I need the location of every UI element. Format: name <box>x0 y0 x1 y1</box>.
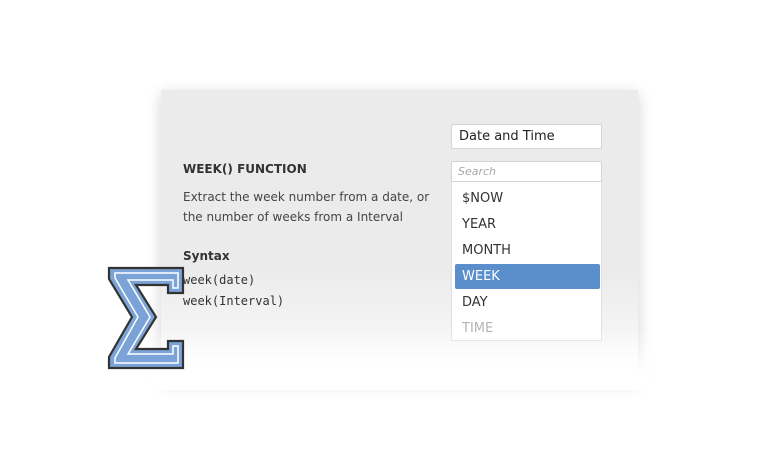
option-day[interactable]: DAY <box>455 290 600 315</box>
option-now[interactable]: $NOW <box>455 186 600 211</box>
syntax-line: week(Interval) <box>183 294 285 308</box>
sigma-icon <box>107 266 185 370</box>
panel-fade <box>150 330 650 390</box>
function-options-list: $NOW YEAR MONTH WEEK DAY TIME <box>451 182 602 341</box>
option-month[interactable]: MONTH <box>455 238 600 263</box>
option-week[interactable]: WEEK <box>455 264 600 289</box>
function-description: Extract the week number from a date, or … <box>183 190 430 224</box>
category-select[interactable]: Date and Time <box>451 124 602 149</box>
function-title: WEEK() FUNCTION <box>183 162 307 176</box>
option-year[interactable]: YEAR <box>455 212 600 237</box>
function-search-input[interactable] <box>451 161 602 182</box>
syntax-label: Syntax <box>183 249 230 263</box>
syntax-line: week(date) <box>183 273 256 287</box>
